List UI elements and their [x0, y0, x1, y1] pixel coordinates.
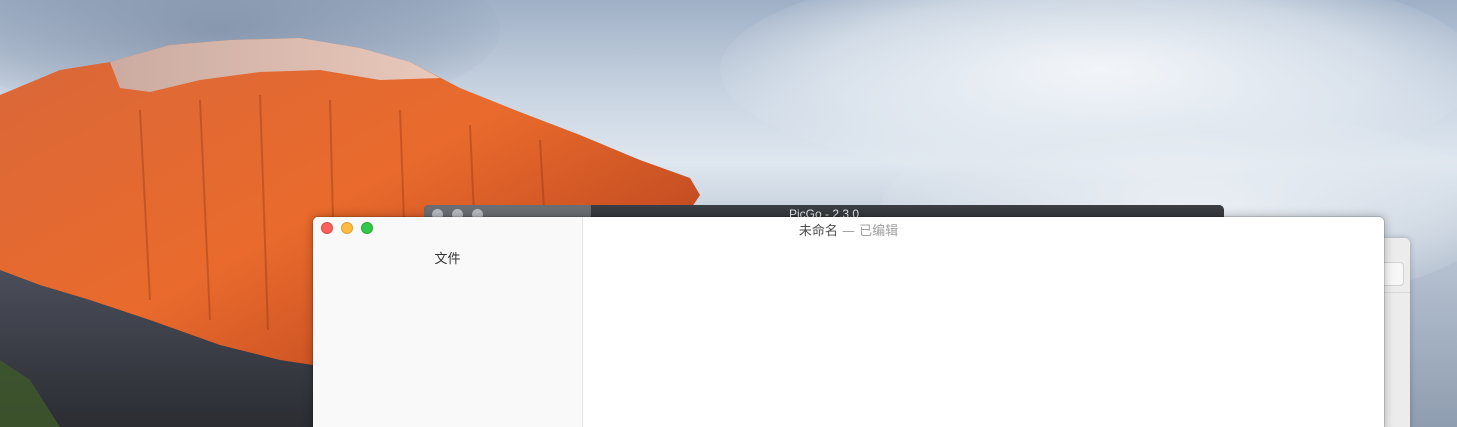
sidebar-tab-files[interactable]: 文件: [313, 248, 582, 267]
editor-window[interactable]: 文件 未命名 — 已编辑: [313, 217, 1384, 427]
desktop: PicGo - 2.3.0 文件 未命名 — 已编辑: [0, 0, 1457, 427]
sidebar: 文件: [313, 217, 583, 427]
editor-content[interactable]: [583, 237, 1384, 427]
divider: [1380, 292, 1410, 293]
